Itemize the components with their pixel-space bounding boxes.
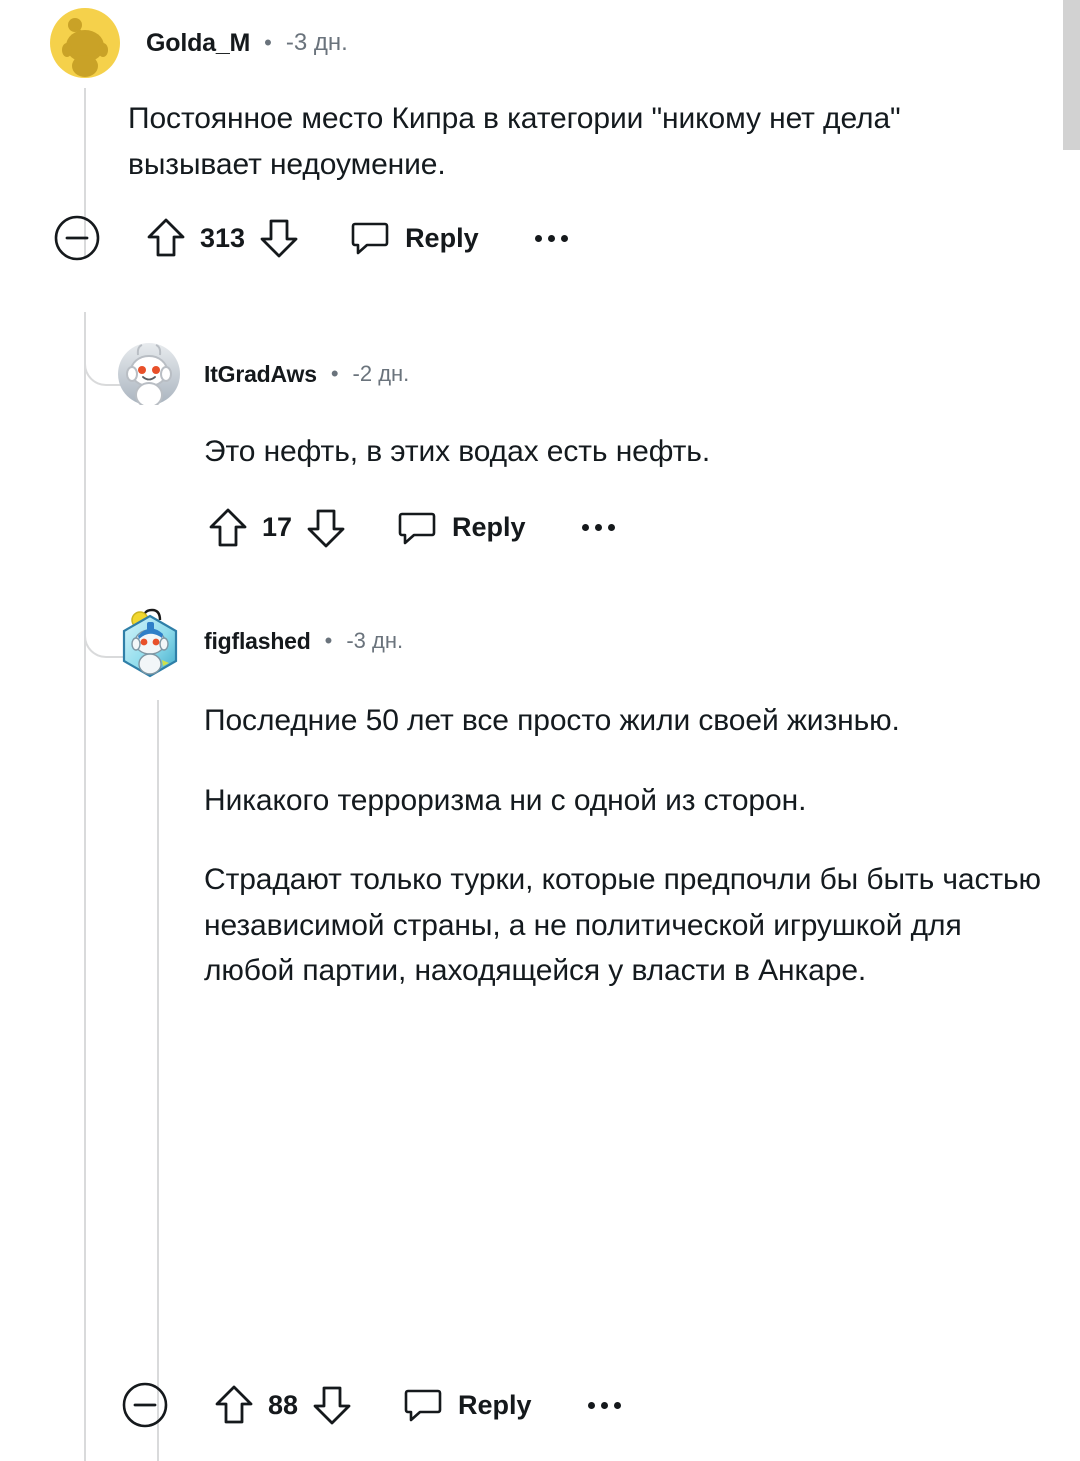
meta-separator: • [330,361,339,386]
comment-paragraph: Страдают только турки, которые предпочли… [204,863,1041,988]
scrollbar-track[interactable] [1063,0,1080,1461]
comment-timestamp: -3 дн. [346,628,404,653]
comment-author[interactable]: ItGradAws [204,361,317,388]
comment-author[interactable]: figflashed [204,628,311,655]
reply-button[interactable]: Reply [398,509,526,547]
collapse-icon[interactable] [54,215,100,261]
comment-actions: 313 Reply [54,211,1010,265]
comment-paragraph: Последние 50 лет все просто жили своей ж… [204,704,900,737]
comment-paragraph: Постоянное место Кипра в категории "нико… [128,102,901,181]
comment-paragraph: Это нефть, в этих водах есть нефть. [204,435,711,468]
comment-thread-item: figflashed • -3 дн. Последние 50 лет все… [118,608,1041,994]
more-dot-2 [600,1401,608,1409]
more-dot-1 [587,1401,595,1409]
reply-button[interactable]: Reply [351,219,479,257]
meta-separator: • [264,30,272,55]
downvote-icon[interactable] [312,1384,352,1426]
vote-score: 17 [262,512,293,543]
collapse-icon[interactable] [122,1382,168,1428]
downvote-icon[interactable] [306,507,346,549]
comment-thread-item: ItGradAws • -2 дн. Это нефть, в этих вод… [118,343,1018,555]
comment-timestamp: -2 дн. [352,361,410,386]
upvote-icon[interactable] [208,507,248,549]
more-dot-1 [581,524,589,532]
more-dot-3 [607,524,615,532]
more-dot-3 [613,1401,621,1409]
avatar[interactable] [118,606,182,678]
threadline-depth-1-segment-2 [84,312,86,580]
more-options-icon[interactable] [578,518,619,537]
comment-bubble-icon [351,219,389,257]
avatar[interactable] [118,343,180,405]
vote-score: 88 [268,1389,299,1420]
comment-header: figflashed • -3 дн. [118,608,1018,678]
comment-body: Постоянное место Кипра в категории "нико… [128,96,988,187]
more-dot-3 [560,234,568,242]
more-dot-2 [547,234,555,242]
vote-score: 313 [200,222,246,253]
threadline-depth-1-segment-3 [84,580,86,1461]
comment-actions: 88 Reply [122,1378,625,1432]
reply-label: Reply [452,512,526,543]
reply-button[interactable]: Reply [404,1386,532,1424]
comment-body: Последние 50 лет все просто жили своей ж… [204,698,1044,994]
comment-paragraph: Никакого терроризма ни с одной из сторон… [204,783,807,817]
upvote-icon[interactable] [146,217,186,259]
comments-page: Golda_M • -3 дн. Постоянное место Кипра … [0,0,1080,1461]
more-dot-1 [534,234,542,242]
meta-separator: • [324,628,333,653]
comment-body: Это нефть, в этих водах есть нефть. [204,429,994,475]
comment-header: Golda_M • -3 дн. [50,8,1010,78]
comment-bubble-icon [404,1386,442,1424]
downvote-icon[interactable] [259,217,299,259]
comment-actions: 17 Reply [208,501,1018,555]
avatar[interactable] [50,8,120,78]
comment-bubble-icon [398,509,436,547]
upvote-icon[interactable] [214,1384,254,1426]
more-options-icon[interactable] [531,229,572,248]
comment-header: ItGradAws • -2 дн. [118,343,1018,405]
reply-label: Reply [458,1389,532,1420]
more-dot-2 [594,524,602,532]
comment-thread-item: Golda_M • -3 дн. Постоянное место Кипра … [50,8,1010,265]
more-options-icon[interactable] [584,1396,625,1415]
reply-label: Reply [405,222,479,253]
comment-author[interactable]: Golda_M [146,29,250,58]
comment-timestamp: -3 дн. [285,29,348,56]
scrollbar-thumb[interactable] [1063,0,1080,150]
